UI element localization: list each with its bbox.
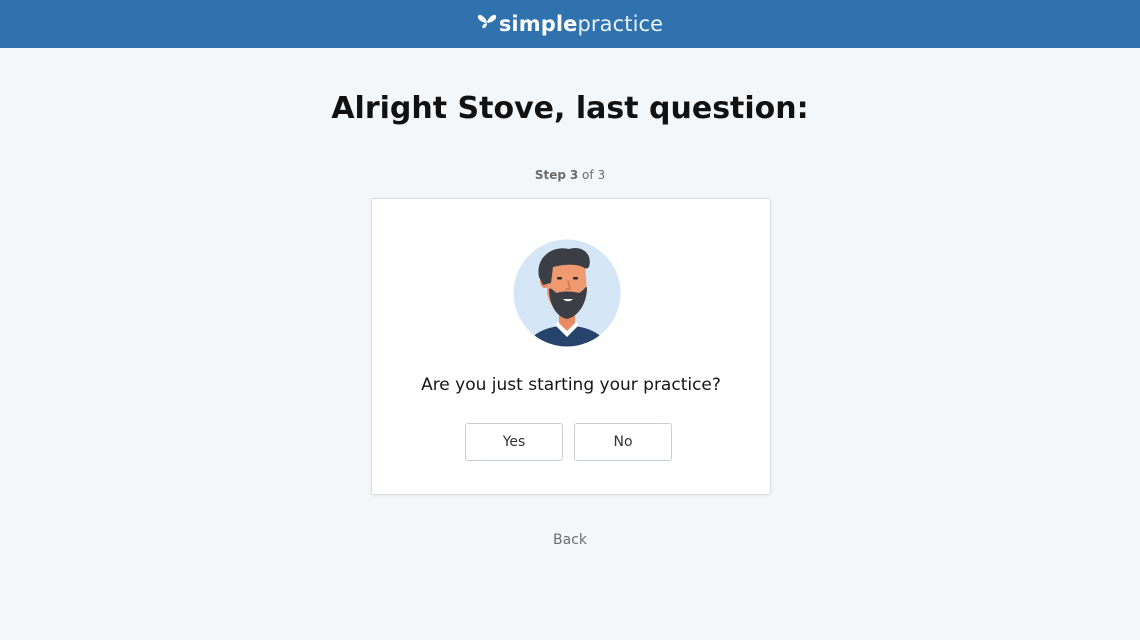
brand-name-bold: simple xyxy=(498,12,578,36)
back-link[interactable]: Back xyxy=(553,532,587,548)
question-card: Are you just starting your practice? Yes… xyxy=(371,198,771,495)
step-indicator: Step 3 of 3 xyxy=(0,167,1140,183)
step-prefix: Step xyxy=(534,168,567,182)
question-text: Are you just starting your practice? xyxy=(421,375,721,395)
step-current: 3 xyxy=(569,168,579,182)
brand-name-light: practice xyxy=(577,12,664,36)
brand-logo[interactable]: simple practice xyxy=(477,0,663,48)
step-separator: of xyxy=(582,168,594,182)
no-button[interactable]: No xyxy=(574,423,672,461)
butterfly-icon xyxy=(477,14,496,29)
top-bar: simple practice xyxy=(0,0,1140,48)
yes-button[interactable]: Yes xyxy=(465,423,563,461)
page-title: Alright Stove, last question: xyxy=(331,91,809,126)
avatar-bearded-man-icon xyxy=(513,239,621,347)
step-total: 3 xyxy=(597,168,606,182)
back-link-container: Back xyxy=(0,531,1140,549)
